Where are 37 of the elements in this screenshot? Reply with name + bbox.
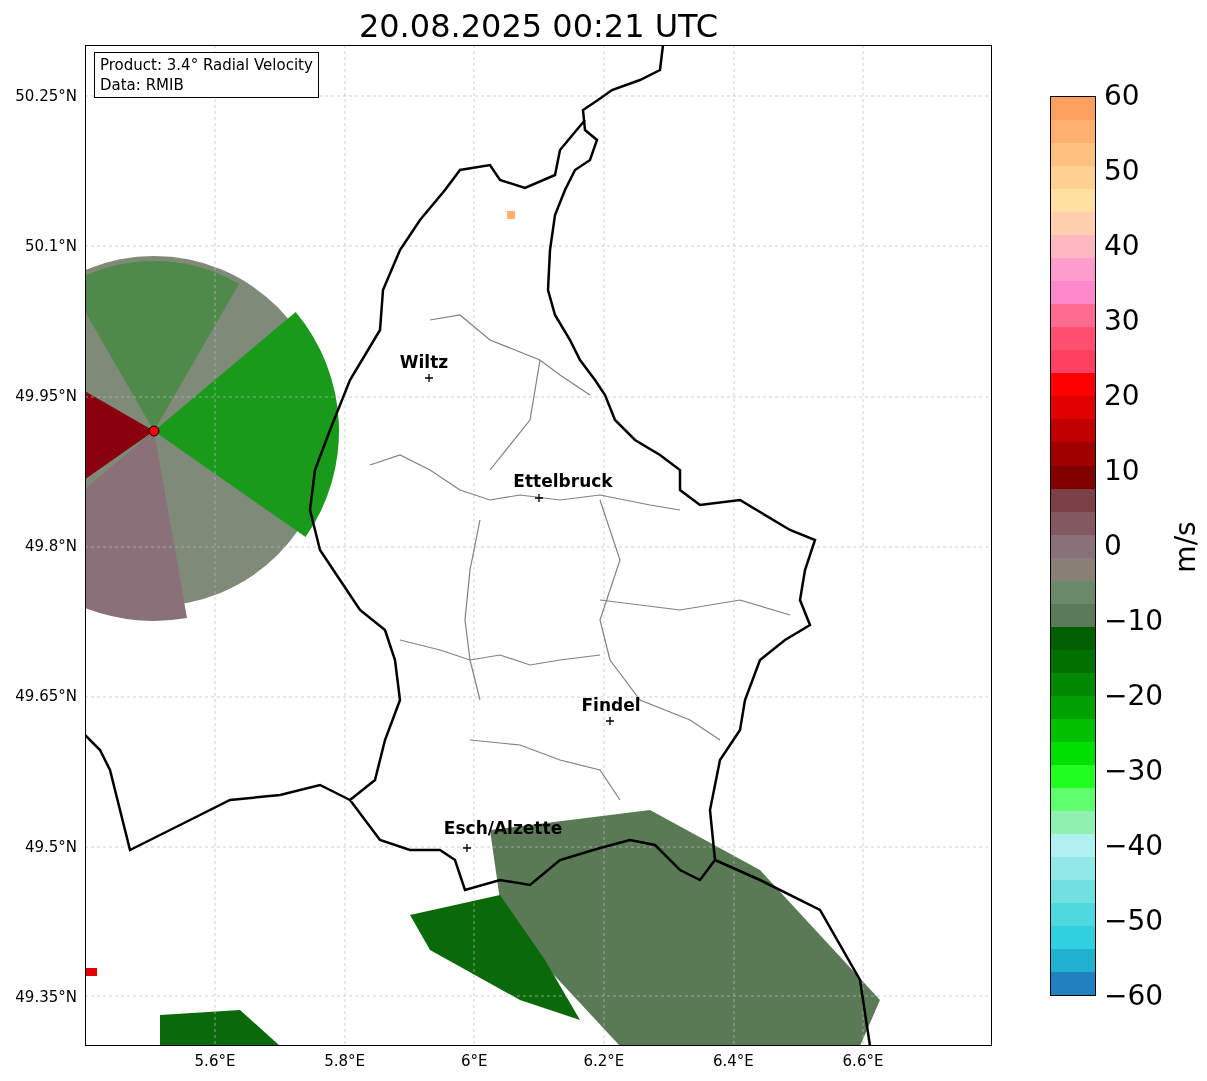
crosshair-icon <box>425 374 433 382</box>
crosshair-icon <box>535 494 543 502</box>
crosshair-icon <box>463 844 471 852</box>
info-text: Data: RMIB <box>100 75 185 95</box>
x-tick-label: 6°E <box>460 1052 488 1070</box>
y-tick-label: 49.8°N <box>24 537 77 556</box>
x-tick-label: 5.8°E <box>324 1052 365 1070</box>
colorbar-tick-label: −30 <box>1104 755 1164 787</box>
city-label: Findel <box>581 695 641 715</box>
y-tick-label: 49.35°N <box>15 987 77 1006</box>
colorbar-tick-label: −20 <box>1104 680 1164 712</box>
y-tick-label: 50.1°N <box>24 237 77 256</box>
y-tick-label: 49.95°N <box>15 387 77 406</box>
city-label: Wiltz <box>399 352 449 372</box>
colorbar-tick-label: 40 <box>1104 230 1140 262</box>
y-tick-label: 49.5°N <box>24 837 77 856</box>
x-tick-label: 6.6°E <box>842 1052 884 1070</box>
y-tick-label: 50.25°N <box>15 87 77 105</box>
crosshair-icon <box>606 717 614 725</box>
x-tick-label: 6.2°E <box>583 1052 625 1070</box>
x-tick-label: 6.4°E <box>712 1052 754 1070</box>
colorbar-tick-label: 50 <box>1104 155 1140 187</box>
chart-title: 20.08.2025 00:21 UTC <box>357 6 720 46</box>
colorbar-tick-label: −10 <box>1104 605 1164 637</box>
colorbar-tick-label: 10 <box>1104 455 1140 487</box>
colorbar-tick-label: −60 <box>1104 980 1164 1012</box>
colorbar-tick-label: 0 <box>1104 530 1122 562</box>
colorbar-tick-label: −50 <box>1104 905 1164 937</box>
city-label: Ettelbruck <box>513 471 613 491</box>
colorbar-label: m/s <box>1168 521 1202 573</box>
colorbar-tick-label: 60 <box>1104 80 1140 112</box>
info-text: Product: 3.4° Radial Velocity <box>100 55 313 75</box>
colorbar-tick-label: 30 <box>1104 305 1140 337</box>
y-tick-label: 49.65°N <box>15 687 77 706</box>
x-tick-label: 5.6°E <box>194 1052 236 1070</box>
colorbar-tick-label: −40 <box>1104 830 1164 862</box>
colorbar-tick-label: 20 <box>1104 380 1140 412</box>
